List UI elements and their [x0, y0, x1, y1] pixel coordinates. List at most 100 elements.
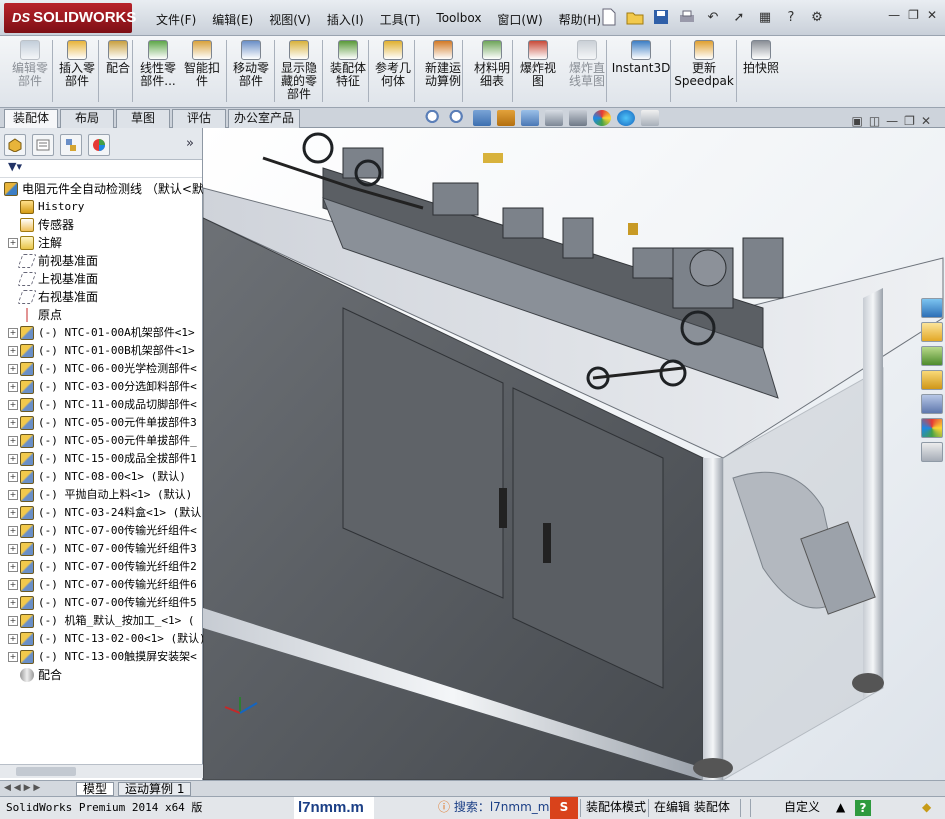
solidworks-logo[interactable]: DS SOLIDWORKS [4, 3, 136, 33]
help-status-icon[interactable]: ? [855, 800, 871, 816]
expand-icon[interactable]: + [8, 328, 18, 338]
expand-panel-icon[interactable]: » [186, 136, 194, 151]
menu-tools[interactable]: 工具(T) [372, 9, 429, 30]
open-folder-icon[interactable] [624, 6, 646, 28]
tree-item-plane[interactable]: 右视基准面 [17, 288, 98, 306]
file-explorer-icon[interactable] [921, 370, 943, 390]
design-library-icon[interactable] [921, 346, 943, 366]
expand-icon[interactable]: + [8, 364, 18, 374]
options-icon[interactable]: ⚙ [806, 6, 828, 28]
tab-model[interactable]: 模型 [76, 782, 115, 796]
expand-icon[interactable]: + [8, 238, 18, 248]
tree-item-history[interactable]: History [20, 198, 84, 216]
viewport-layout-icon[interactable]: ▣ [851, 114, 862, 128]
menu-edit[interactable]: 编辑(E) [204, 9, 261, 30]
menu-view[interactable]: 视图(V) [261, 9, 319, 30]
tree-item-part[interactable]: + (-) NTC-01-00A机架部件<1> [8, 324, 195, 342]
tree-item-mates[interactable]: 配合 [20, 666, 62, 684]
tag-icon[interactable]: ◆ [918, 797, 935, 819]
viewport-close-icon[interactable]: ✕ [921, 114, 931, 128]
tree-item-part[interactable]: + (-) 平抛自动上料<1> (默认) [8, 486, 192, 504]
tab-scroll-arrows[interactable]: ◀ ◀ ▶ ▶ [4, 783, 40, 793]
tab-0[interactable]: 装配体 [4, 109, 58, 129]
tree-item-part[interactable]: + (-) NTC-07-00传输光纤组件6 [8, 576, 197, 594]
ribbon-button-13[interactable]: Instant3D [612, 40, 670, 75]
ribbon-button-2[interactable]: 配合 [102, 40, 134, 75]
tree-item-part[interactable]: + (-) NTC-15-00成品全拔部件1 [8, 450, 197, 468]
tree-item-part[interactable]: + (-) NTC-07-00传输光纤组件2 [8, 558, 197, 576]
tree-item-part[interactable]: + (-) NTC-07-00传输光纤组件5 [8, 594, 197, 612]
tree-item-part[interactable]: + (-) NTC-01-00B机架部件<1> [8, 342, 195, 360]
section-view-icon[interactable] [497, 110, 515, 126]
tab-motion-study[interactable]: 运动算例 1 [118, 782, 192, 796]
viewport-minimize-icon[interactable]: — [886, 114, 898, 128]
print-icon[interactable] [676, 6, 698, 28]
tree-horizontal-scrollbar[interactable] [0, 764, 203, 778]
assembly-model-render[interactable] [203, 128, 945, 780]
status-input[interactable]: l7nmm.m [294, 797, 374, 819]
expand-icon[interactable]: + [8, 652, 18, 662]
restore-icon[interactable]: ❐ [908, 8, 919, 22]
expand-icon[interactable]: + [8, 346, 18, 356]
ribbon-button-4[interactable]: 智能扣件 [182, 40, 222, 88]
menu-window[interactable]: 窗口(W) [489, 9, 550, 30]
tree-item-plane[interactable]: 上视基准面 [17, 270, 98, 288]
save-icon[interactable] [650, 6, 672, 28]
units-up-arrow-icon[interactable]: ▲ [832, 797, 849, 819]
edit-appearance-icon[interactable] [593, 110, 611, 126]
new-document-icon[interactable] [598, 6, 620, 28]
tab-4[interactable]: 办公室产品 [228, 109, 300, 128]
tree-item-part[interactable]: + (-) NTC-07-00传输光纤组件< [8, 522, 197, 540]
ribbon-button-14[interactable]: 更新Speedpak [674, 40, 734, 88]
viewport-split-icon[interactable]: ◫ [869, 114, 880, 128]
tree-item-sensor[interactable]: 传感器 [20, 216, 74, 234]
undo-icon[interactable]: ↶ [702, 6, 724, 28]
expand-icon[interactable]: + [8, 526, 18, 536]
display-style-icon[interactable] [545, 110, 563, 126]
tab-1[interactable]: 布局 [60, 109, 114, 128]
ribbon-button-11[interactable]: 爆炸视图 [518, 40, 558, 88]
select-arrow-icon[interactable]: ➚ [728, 6, 750, 28]
tree-item-annotation[interactable]: + 注解 [8, 234, 62, 252]
expand-icon[interactable]: + [8, 562, 18, 572]
rebuild-icon[interactable]: ▦ [754, 6, 776, 28]
expand-icon[interactable]: + [8, 454, 18, 464]
zoom-to-fit-icon[interactable] [425, 110, 443, 126]
expand-icon[interactable]: + [8, 634, 18, 644]
tree-item-origin[interactable]: 原点 [20, 306, 62, 324]
tab-2[interactable]: 草图 [116, 109, 170, 128]
tree-item-plane[interactable]: 前视基准面 [17, 252, 98, 270]
tree-item-part[interactable]: + (-) NTC-03-00分选卸料部件< [8, 378, 197, 396]
property-manager-tab-icon[interactable] [32, 134, 54, 156]
menu-insert[interactable]: 插入(I) [319, 9, 372, 30]
tree-item-part[interactable]: + (-) NTC-06-00光学检测部件< [8, 360, 197, 378]
ribbon-button-8[interactable]: 参考几何体 [372, 40, 414, 88]
status-search[interactable]: ⓘ 搜索：l7nmm_m [434, 797, 553, 819]
ribbon-button-1[interactable]: 插入零部件 [56, 40, 98, 88]
tree-item-part[interactable]: + (-) NTC-13-02-00<1> (默认) [8, 630, 203, 648]
display-manager-tab-icon[interactable] [88, 134, 110, 156]
hide-show-items-icon[interactable] [569, 110, 587, 126]
view-palette-icon[interactable] [921, 394, 943, 414]
expand-icon[interactable]: + [8, 598, 18, 608]
tree-item-part[interactable]: + (-) NTC-05-00元件单拔部件_ [8, 432, 197, 450]
tree-filter[interactable]: ▼▾ [0, 160, 202, 178]
ribbon-button-12[interactable]: 爆炸直线草图 [566, 40, 608, 88]
tree-item-part[interactable]: + (-) NTC-07-00传输光纤组件3 [8, 540, 197, 558]
status-units[interactable]: 自定义 [780, 797, 824, 819]
tree-item-part[interactable]: + (-) NTC-11-00成品切脚部件< [8, 396, 197, 414]
zoom-to-area-icon[interactable] [449, 110, 467, 126]
home-icon[interactable] [921, 322, 943, 342]
tree-item-part[interactable]: + (-) NTC-08-00<1> (默认) [8, 468, 186, 486]
tree-item-part[interactable]: + (-) NTC-03-24料盒<1> (默认 [8, 504, 201, 522]
filter-funnel-icon[interactable]: ▼▾ [8, 160, 22, 173]
ribbon-button-0[interactable]: 编辑零部件 [8, 40, 52, 88]
view-settings-icon[interactable] [641, 110, 659, 126]
custom-properties-icon[interactable] [921, 442, 943, 462]
menu-file[interactable]: 文件(F) [148, 9, 204, 30]
previous-view-icon[interactable] [473, 110, 491, 126]
tree-item-part[interactable]: + (-) NTC-05-00元件单拔部件3 [8, 414, 197, 432]
expand-icon[interactable]: + [8, 436, 18, 446]
viewport-restore-icon[interactable]: ❐ [904, 114, 915, 128]
expand-icon[interactable]: + [8, 544, 18, 554]
